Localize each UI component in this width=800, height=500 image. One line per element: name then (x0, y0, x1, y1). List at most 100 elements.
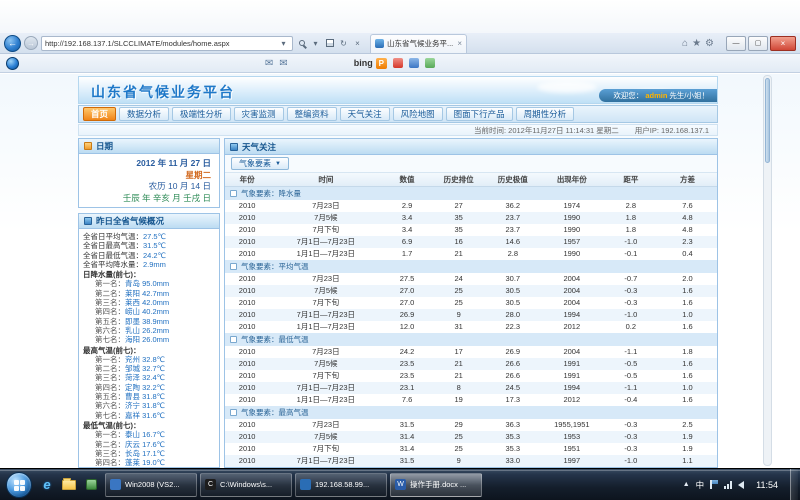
group-toggle-icon[interactable] (230, 190, 237, 197)
station-link[interactable]: 菏泽 32.4℃ (125, 373, 165, 382)
nav-item-1[interactable]: 数据分析 (119, 107, 169, 121)
table-cell: 24.5 (486, 382, 540, 394)
nav-item-8[interactable]: 周期性分析 (516, 107, 575, 121)
station-link[interactable]: 莱西 42.0mm (125, 298, 169, 307)
table-cell: 30.7 (486, 273, 540, 285)
group-header-row[interactable]: 气象要素：平均气温 (225, 260, 717, 273)
nav-item-6[interactable]: 风险地图 (393, 107, 443, 121)
station-link[interactable]: 济宁 31.8℃ (125, 401, 165, 410)
toolbar-blue-icon[interactable] (409, 58, 419, 68)
stat-line: 全省日最高气温：31.5℃ (83, 241, 217, 250)
ime-indicator[interactable]: 中 (696, 479, 705, 491)
station-link[interactable]: 泰山 16.7℃ (125, 430, 165, 439)
table-cell: 2010 (225, 419, 269, 431)
show-desktop-button[interactable] (790, 469, 798, 500)
group-toggle-icon[interactable] (230, 336, 237, 343)
taskbar-window-button[interactable]: 192.168.58.99... (295, 473, 387, 497)
nav-item-7[interactable]: 图面下行产品 (446, 107, 513, 121)
browser-tab[interactable]: 山东省气候业务平... × (370, 34, 467, 53)
settings-gear-icon[interactable]: ⚙ (705, 38, 714, 49)
table-cell: 23.5 (382, 370, 431, 382)
station-link[interactable]: 兖州 32.8℃ (125, 355, 165, 364)
tray-expand-icon[interactable]: ▲ (683, 481, 690, 488)
rank-item: 第三名：菏泽 32.4℃ (83, 373, 217, 382)
address-dropdown-icon[interactable]: ▾ (278, 38, 289, 49)
table-cell: 1月1日—7月23日 (269, 467, 382, 468)
close-button[interactable]: × (770, 36, 796, 51)
search-icon[interactable] (296, 38, 307, 49)
stat-label: 全省日最低气温： (83, 251, 143, 260)
toolbar-red-icon[interactable] (393, 58, 403, 68)
station-link[interactable]: 长岛 17.1℃ (125, 449, 165, 458)
home-icon[interactable]: ⌂ (682, 38, 688, 49)
table-cell: 1991 (540, 370, 604, 382)
window-icon: W (395, 479, 406, 490)
group-header-row[interactable]: 气象要素：降水量 (225, 186, 717, 200)
station-link[interactable]: 蓬莱 19.0℃ (125, 458, 165, 467)
toolbar-green-icon[interactable] (425, 58, 435, 68)
station-link[interactable]: 乳山 26.2mm (125, 326, 169, 335)
vertical-scrollbar[interactable] (763, 75, 772, 466)
taskbar-window-button[interactable]: CC:\Windows\s... (200, 473, 292, 497)
volume-icon[interactable] (738, 481, 744, 489)
bing-logo[interactable]: bing (354, 58, 373, 68)
table-row: 20107月下旬31.42535.31951-0.31.9 (225, 443, 717, 455)
group-toggle-icon[interactable] (230, 409, 237, 416)
station-link[interactable]: 崂山 40.2mm (125, 307, 169, 316)
date-panel-header: 日期 (79, 139, 219, 154)
rank-label: 第一名： (95, 279, 125, 288)
table-cell: 2010 (225, 346, 269, 358)
address-bar[interactable]: http://192.168.137.1/SLCCLIMATE/modules/… (41, 36, 293, 51)
station-link[interactable]: 庆云 17.6℃ (125, 440, 165, 449)
nav-item-2[interactable]: 极端性分析 (172, 107, 231, 121)
compatibility-view-icon[interactable] (324, 38, 335, 49)
explorer-taskbar-icon[interactable] (58, 473, 80, 497)
station-link[interactable]: 莱阳 42.7mm (125, 289, 169, 298)
station-link[interactable]: 嘉祥 31.6℃ (125, 411, 165, 420)
toolbar-logo-icon[interactable] (6, 57, 19, 70)
table-cell: 2.9 (382, 200, 431, 212)
taskbar-clock[interactable]: 11:54 (750, 480, 784, 490)
app-taskbar-icon[interactable] (80, 473, 102, 497)
stop-button[interactable]: × (352, 38, 363, 49)
rank-label: 第三名： (95, 298, 125, 307)
url-text[interactable]: http://192.168.137.1/SLCCLIMATE/modules/… (45, 39, 276, 48)
maximize-button[interactable]: ▢ (748, 36, 768, 51)
forward-button[interactable]: → (24, 36, 38, 50)
station-link[interactable]: 定陶 32.2℃ (125, 383, 165, 392)
station-link[interactable]: 邹城 32.7℃ (125, 364, 165, 373)
minimize-button[interactable]: — (726, 36, 746, 51)
nav-item-5[interactable]: 天气关注 (340, 107, 390, 121)
send-mail-icon[interactable]: ✉ (279, 58, 287, 69)
start-button[interactable] (6, 472, 32, 498)
group-header-row[interactable]: 气象要素：最高气温 (225, 406, 717, 419)
favorites-star-icon[interactable]: ★ (692, 38, 701, 49)
element-filter-button[interactable]: 气象要素 ▼ (231, 157, 289, 170)
group-header-row[interactable]: 气象要素：最低气温 (225, 333, 717, 346)
nav-item-0[interactable]: 首页 (83, 107, 116, 121)
station-link[interactable]: 即墨 38.9mm (125, 317, 169, 326)
station-link[interactable]: 海阳 26.0mm (125, 335, 169, 344)
search-dropdown-icon[interactable]: ▾ (310, 38, 321, 49)
table-cell: 7.6 (658, 200, 717, 212)
station-link[interactable]: 曹县 31.8℃ (125, 392, 165, 401)
group-toggle-icon[interactable] (230, 263, 237, 270)
scrollbar-thumb[interactable] (765, 78, 770, 163)
bing-p-icon[interactable]: P (376, 58, 387, 69)
tab-close-icon[interactable]: × (457, 39, 462, 48)
station-link[interactable]: 青岛 95.0mm (125, 279, 169, 288)
refresh-button[interactable]: ↻ (338, 38, 349, 49)
nav-item-4[interactable]: 整编资料 (287, 107, 337, 121)
network-icon[interactable] (724, 481, 732, 489)
back-button[interactable]: ← (4, 35, 21, 52)
taskbar-window-button[interactable]: Win2008 (VS2... (105, 473, 197, 497)
nav-item-3[interactable]: 灾害监测 (234, 107, 284, 121)
table-cell: 1.6 (658, 394, 717, 406)
table-cell: 1.8 (658, 346, 717, 358)
ie-taskbar-icon[interactable]: e (36, 473, 58, 497)
table-row: 20107月23日2.92736.219742.87.6 (225, 200, 717, 212)
taskbar-window-button[interactable]: W操作手册.docx ... (390, 473, 482, 497)
mail-icon[interactable]: ✉ (265, 58, 273, 69)
table-cell: 2.8 (604, 200, 658, 212)
action-center-flag-icon[interactable] (710, 480, 718, 489)
